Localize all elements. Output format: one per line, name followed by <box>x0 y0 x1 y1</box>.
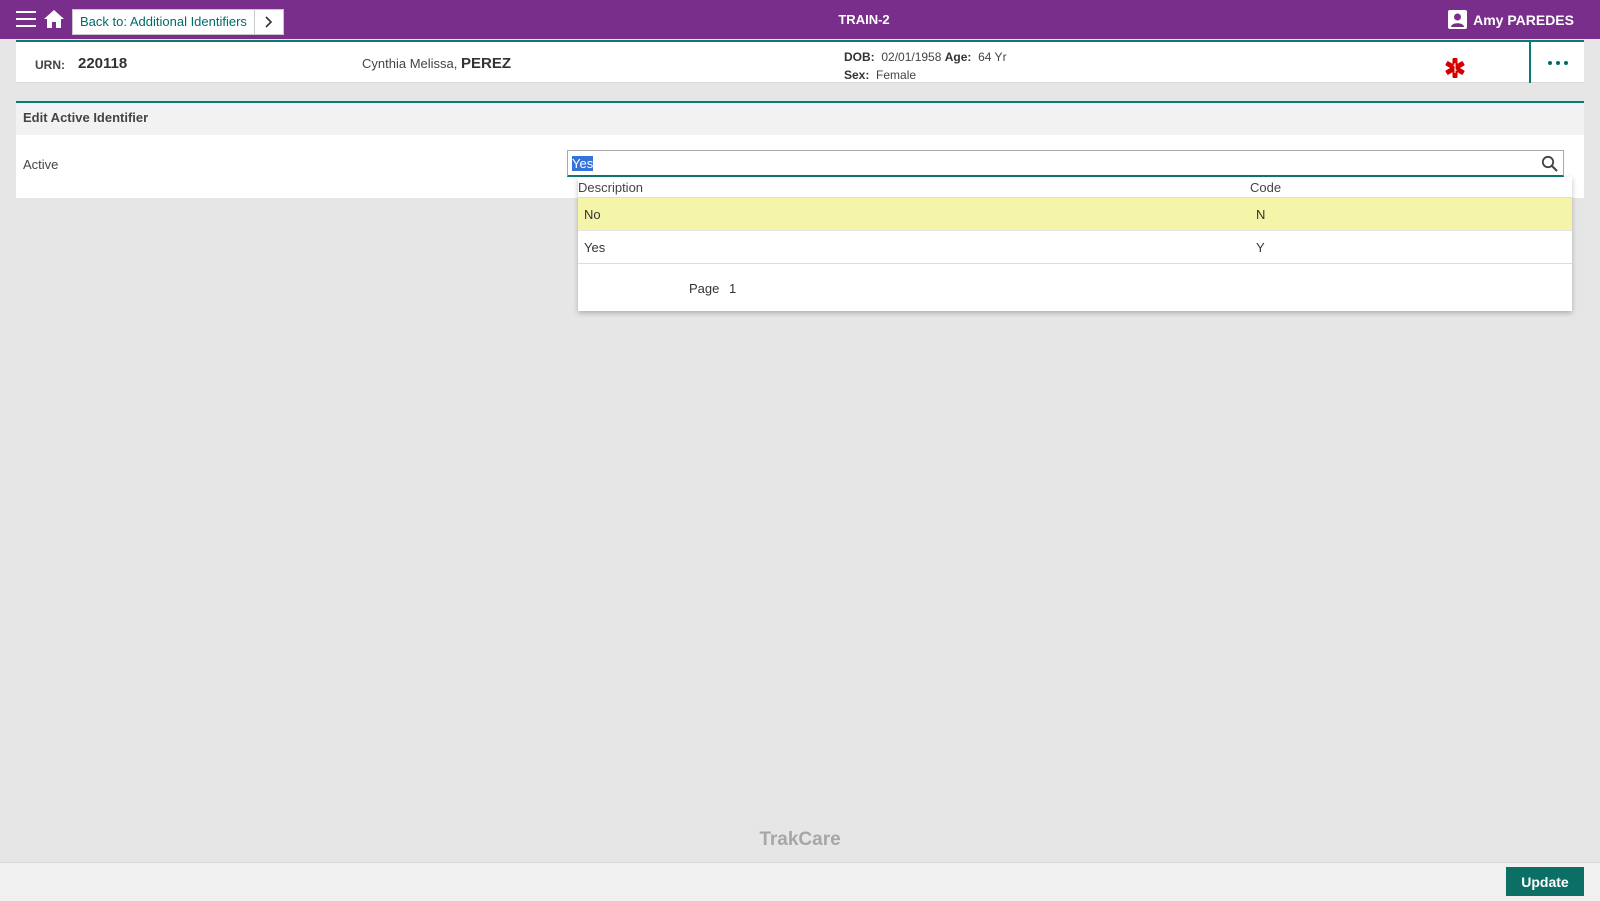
row-code: N <box>1256 207 1266 222</box>
footer-bar: Update <box>0 862 1600 901</box>
user-name: Amy PAREDES <box>1473 11 1574 28</box>
age-label: Age: <box>944 50 972 64</box>
row-code: Y <box>1256 240 1265 255</box>
dot-icon <box>1555 60 1560 65</box>
dob-label: DOB: <box>844 50 875 64</box>
sex-value: Female <box>876 68 917 82</box>
user-menu[interactable]: Amy PAREDES <box>1448 10 1574 29</box>
row-description: Yes <box>584 240 606 255</box>
page-label: Page <box>689 281 720 296</box>
dot-icon <box>1547 60 1552 65</box>
lookup-dropdown: Description Code No N Yes Y Page 1 <box>578 177 1572 311</box>
lookup-row[interactable]: No N <box>578 198 1572 231</box>
page-number[interactable]: 1 <box>729 281 736 296</box>
active-field[interactable] <box>567 150 1564 177</box>
active-input[interactable] <box>568 151 1504 175</box>
active-label: Active <box>23 157 59 172</box>
update-button[interactable]: Update <box>1506 867 1584 896</box>
more-options-button[interactable] <box>1529 42 1584 83</box>
brand-logo: TrakCare <box>759 829 841 850</box>
sex-label: Sex: <box>844 68 870 82</box>
user-icon <box>1448 10 1468 29</box>
patient-given-names: Cynthia Melissa, <box>362 56 458 71</box>
patient-surname: PEREZ <box>461 55 512 72</box>
patient-demographics: DOB: 02/01/1958 Age: 64 Yr Sex: Female <box>844 48 1007 84</box>
panel-title: Edit Active Identifier <box>16 103 1584 135</box>
row-description: No <box>584 207 601 222</box>
dob-value: 02/01/1958 <box>881 50 942 64</box>
patient-banner: URN: 220118 Cynthia Melissa, PEREZ DOB: … <box>16 40 1584 83</box>
urn-value: 220118 <box>78 55 128 72</box>
age-value: 64 Yr <box>978 50 1007 64</box>
dot-icon <box>1563 60 1568 65</box>
lookup-row[interactable]: Yes Y <box>578 231 1572 264</box>
medical-alert-icon[interactable] <box>1445 58 1465 78</box>
patient-name: Cynthia Melissa, PEREZ <box>362 55 511 72</box>
lookup-pager: Page 1 <box>578 263 1572 312</box>
top-bar: Back to: Additional Identifiers TRAIN-2 … <box>0 0 1600 39</box>
column-code: Code <box>1250 180 1282 195</box>
search-icon[interactable] <box>1541 155 1558 172</box>
urn-label: URN: <box>35 58 65 72</box>
lookup-header: Description Code <box>578 177 1572 198</box>
column-description: Description <box>578 180 644 195</box>
app-title: TRAIN-2 <box>838 12 890 27</box>
